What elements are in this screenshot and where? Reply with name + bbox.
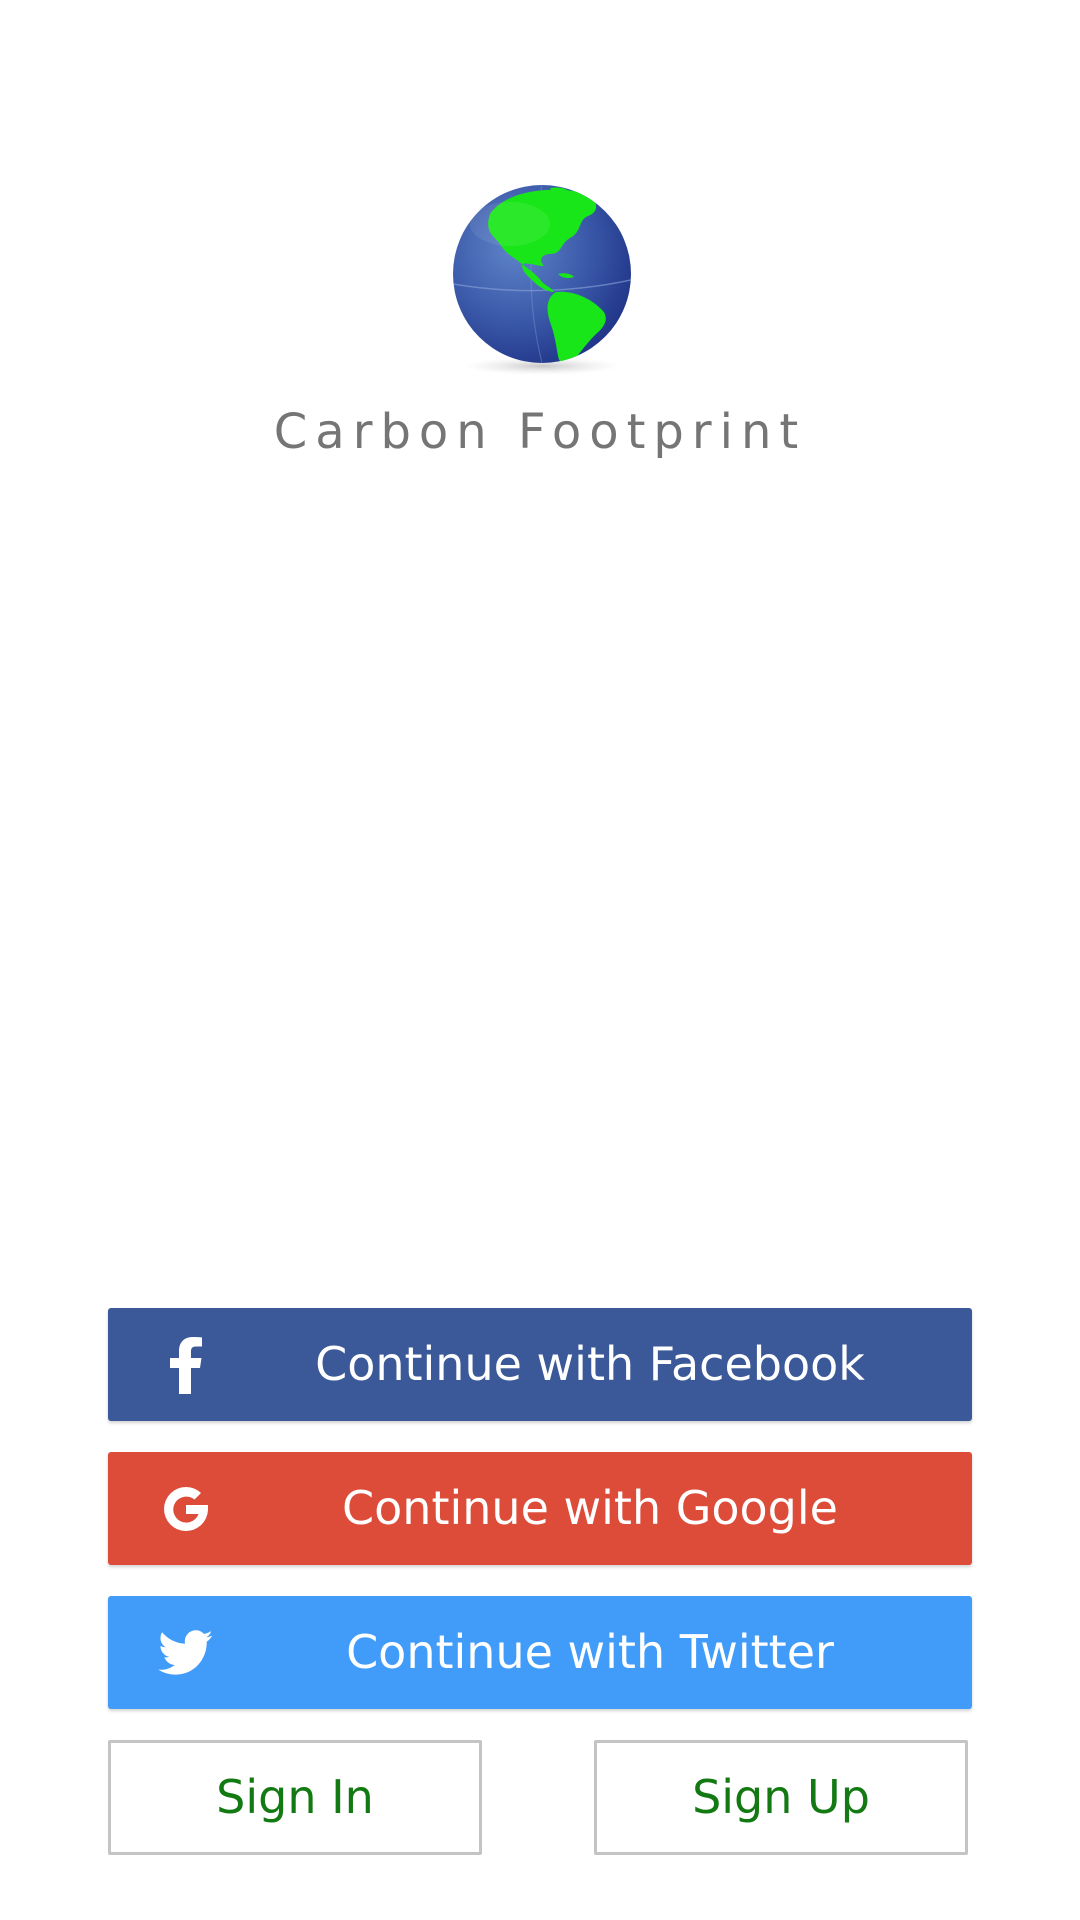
sign-in-button[interactable]: Sign In [108,1740,482,1855]
continue-with-twitter-button[interactable]: Continue with Twitter [108,1596,972,1709]
facebook-icon [156,1308,216,1421]
globe-icon [450,184,634,376]
google-button-label: Continue with Google [342,1481,838,1535]
twitter-icon [156,1596,216,1709]
continue-with-facebook-button[interactable]: Continue with Facebook [108,1308,972,1421]
app-title: Carbon Footprint [273,404,807,460]
sign-up-button[interactable]: Sign Up [594,1740,968,1855]
google-icon [156,1452,216,1565]
twitter-button-label: Continue with Twitter [346,1625,834,1679]
login-screen: Carbon Footprint Continue with Facebook … [0,0,1080,1920]
facebook-button-label: Continue with Facebook [315,1337,865,1391]
continue-with-google-button[interactable]: Continue with Google [108,1452,972,1565]
